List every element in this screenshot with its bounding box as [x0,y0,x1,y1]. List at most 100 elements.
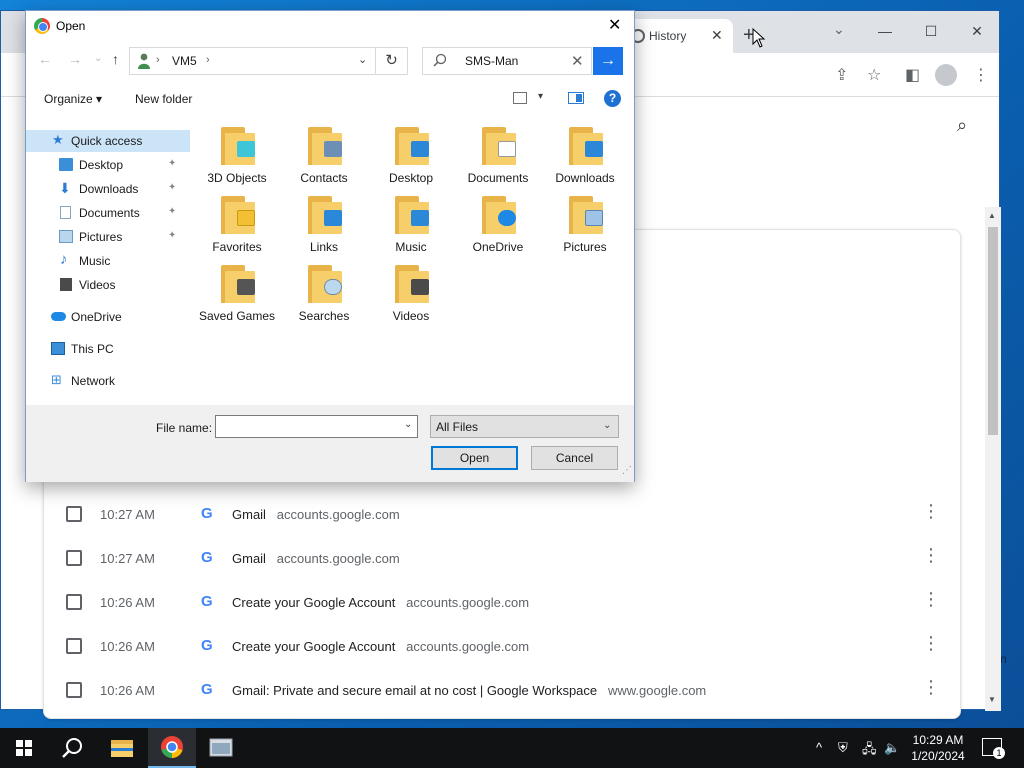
taskbar-app[interactable] [198,728,246,768]
breadcrumb-separator-icon[interactable]: › [206,54,210,66]
start-button[interactable] [0,728,48,768]
folder-item[interactable]: Links [284,194,364,260]
history-row[interactable]: 10:26 AM G Create your Google Account ac… [44,580,960,624]
file-type-select[interactable]: All Files ⌄ [430,415,619,438]
folder-item[interactable]: 3D Objects [197,125,277,191]
dialog-close-button[interactable]: ✕ [608,15,621,35]
new-folder-button[interactable]: New folder [135,92,192,106]
row-checkbox[interactable] [66,550,82,566]
folder-item[interactable]: Downloads [545,125,625,191]
nav-item-music[interactable]: ♪ Music [26,250,190,272]
nav-item-desktop[interactable]: Desktop ✦ [26,154,190,176]
search-clear-icon[interactable]: ✕ [571,52,584,70]
history-tab[interactable]: History ✕ [621,19,733,53]
folder-item[interactable]: Searches [284,263,364,329]
minimize-button[interactable]: — [863,17,907,45]
nav-item-documents[interactable]: Documents ✦ [26,202,190,224]
nav-item-quick-access[interactable]: ★ Quick access [26,130,190,152]
window-close-button[interactable]: ✕ [955,17,999,45]
row-title[interactable]: Gmail: Private and secure email at no co… [232,683,706,698]
maximize-button[interactable]: ☐ [909,17,953,45]
folder-item[interactable]: Favorites [197,194,277,260]
share-icon[interactable]: ⇪ [835,65,848,85]
row-title[interactable]: Create your Google Account accounts.goog… [232,639,529,654]
search-field[interactable]: SMS-Man ✕ [422,47,592,75]
address-dropdown-chevron-icon[interactable]: ⌄ [358,53,367,66]
nav-item-this-pc[interactable]: This PC [26,338,190,360]
back-arrow-icon[interactable]: ← [38,51,52,67]
row-checkbox[interactable] [66,638,82,654]
folder-item[interactable]: Pictures [545,194,625,260]
bookmark-star-icon[interactable]: ☆ [867,65,881,85]
scrollbar-thumb[interactable] [988,227,998,435]
view-options-icon[interactable] [513,92,527,104]
open-button[interactable]: Open [431,446,518,470]
page-scrollbar[interactable]: ▲ ▼ [985,207,1001,711]
nav-item-pictures[interactable]: Pictures ✦ [26,226,190,248]
history-row-partial[interactable] [44,712,960,718]
pin-icon[interactable]: ✦ [168,230,176,241]
folder-item[interactable]: Desktop [371,125,451,191]
tab-close-icon[interactable]: ✕ [711,27,723,44]
forward-arrow-icon[interactable]: → [68,51,82,67]
row-menu-icon[interactable]: ⋮ [922,590,940,608]
folder-item[interactable]: Contacts [284,125,364,191]
preview-pane-icon[interactable] [568,92,584,104]
nav-item-network[interactable]: ⊞ Network [26,370,190,392]
recent-locations-chevron-icon[interactable]: ⌄ [94,53,102,64]
folder-item[interactable]: Music [371,194,451,260]
row-title[interactable]: Create your Google Account accounts.goog… [232,595,529,610]
file-name-dropdown-icon[interactable]: ⌄ [404,419,412,430]
folder-item[interactable]: Saved Games [197,263,277,329]
organize-button[interactable]: Organize ▾ [44,92,102,106]
breadcrumb-location[interactable]: VM5 [172,54,197,68]
history-row[interactable]: 10:26 AM G Create your Google Account ac… [44,624,960,668]
security-tray-icon[interactable]: ⛨ [838,740,848,756]
network-tray-icon[interactable]: 🖧 [862,740,877,762]
side-panel-icon[interactable]: ◧ [905,65,920,85]
row-checkbox[interactable] [66,594,82,610]
nav-item-onedrive[interactable]: OneDrive [26,306,190,328]
file-name-input[interactable] [215,415,418,438]
folder-item[interactable]: Documents [458,125,538,191]
notification-center-icon[interactable]: 1 [982,738,1005,759]
row-menu-icon[interactable]: ⋮ [922,634,940,652]
row-menu-icon[interactable]: ⋮ [922,546,940,564]
row-menu-icon[interactable]: ⋮ [922,678,940,696]
search-input[interactable]: SMS-Man [465,54,518,68]
pin-icon[interactable]: ✦ [168,182,176,193]
dialog-titlebar[interactable]: Open ✕ [26,11,634,41]
row-menu-icon[interactable]: ⋮ [922,502,940,520]
history-row[interactable]: 10:27 AM G Gmail accounts.google.com ⋮ [44,492,960,536]
pin-icon[interactable]: ✦ [168,206,176,217]
taskbar-file-explorer[interactable] [98,728,146,768]
resize-grip-icon[interactable]: ⋰ [622,465,632,476]
view-dropdown-icon[interactable]: ▾ [538,91,543,102]
profile-avatar[interactable] [935,64,957,86]
volume-muted-icon[interactable]: 🔈 [884,740,900,756]
up-arrow-icon[interactable]: ↑ [112,51,119,67]
folder-item[interactable]: OneDrive [458,194,538,260]
row-title[interactable]: Gmail accounts.google.com [232,551,400,566]
row-title[interactable]: Gmail accounts.google.com [232,507,400,522]
scroll-up-arrow-icon[interactable]: ▲ [988,211,996,220]
refresh-button[interactable]: ↻ [376,47,408,75]
show-hidden-icons-icon[interactable]: ^ [816,740,822,755]
history-row[interactable]: 10:26 AM G Gmail: Private and secure ema… [44,668,960,712]
search-go-button[interactable]: → [593,47,623,75]
history-row[interactable]: 10:27 AM G Gmail accounts.google.com ⋮ [44,536,960,580]
row-checkbox[interactable] [66,682,82,698]
row-checkbox[interactable] [66,506,82,522]
cancel-button[interactable]: Cancel [531,446,618,470]
nav-item-videos[interactable]: Videos [26,274,190,296]
nav-item-downloads[interactable]: ⬇ Downloads ✦ [26,178,190,200]
help-icon[interactable]: ? [604,90,621,107]
tab-search-chevron-icon[interactable]: ⌄ [833,21,845,38]
pin-icon[interactable]: ✦ [168,158,176,169]
history-search-icon[interactable]: ⌕ [957,115,967,136]
scroll-down-arrow-icon[interactable]: ▼ [988,695,996,704]
address-bar[interactable]: › VM5 › ⌄ [129,47,376,75]
taskbar-chrome[interactable] [148,728,196,768]
folder-item[interactable]: Videos [371,263,451,329]
chrome-menu-icon[interactable]: ⋮ [973,65,989,85]
